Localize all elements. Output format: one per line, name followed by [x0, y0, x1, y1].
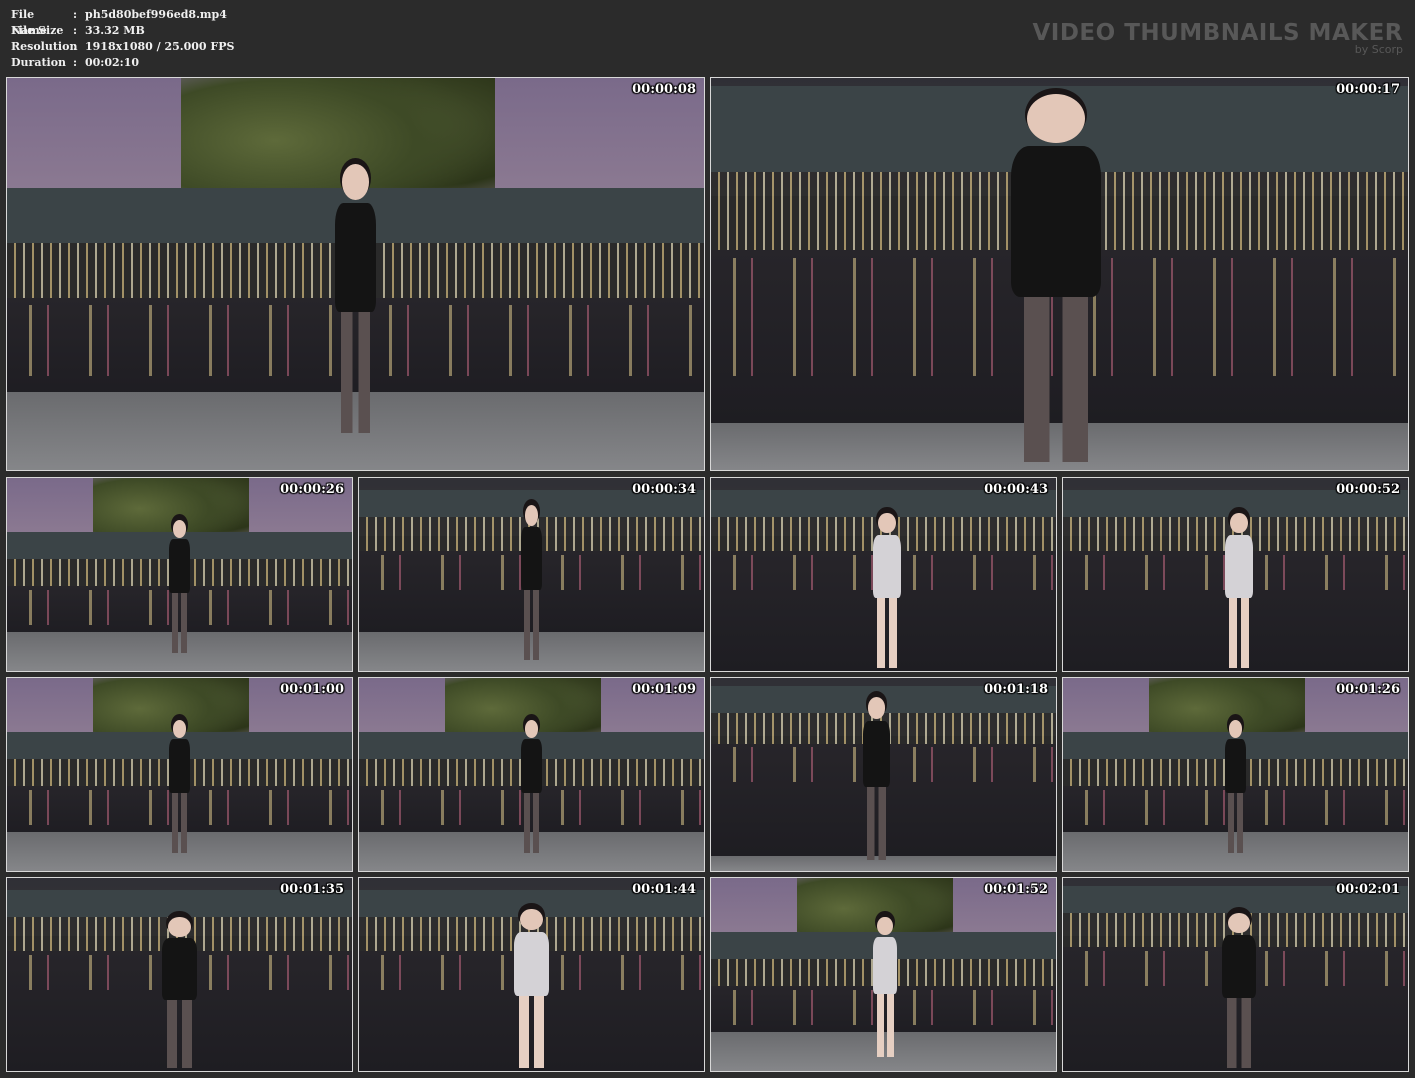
video-thumbnail[interactable]: 00:01:26: [1062, 677, 1409, 872]
thumbnail-image: [1063, 478, 1408, 671]
thumbnail-image: [359, 478, 704, 671]
contact-sheet: File Name : ph5d80bef996ed8.mp4 File Siz…: [0, 0, 1415, 1078]
thumbnail-image: [1063, 678, 1408, 871]
file-size-label: File Size: [11, 24, 64, 37]
colon: :: [73, 8, 78, 21]
duration-value: 00:02:10: [85, 56, 140, 69]
timestamp: 00:01:26: [1336, 682, 1400, 697]
timestamp: 00:01:09: [632, 682, 696, 697]
file-size-row: File Size : 33.32 MB: [11, 23, 234, 39]
timestamp: 00:01:35: [280, 882, 344, 897]
timestamp: 00:01:44: [632, 882, 696, 897]
video-thumbnail[interactable]: 00:01:00: [6, 677, 353, 872]
file-size-value: 33.32 MB: [85, 24, 145, 37]
file-info: File Name : ph5d80bef996ed8.mp4 File Siz…: [11, 7, 234, 71]
thumbnail-image: [359, 678, 704, 871]
timestamp: 00:00:52: [1336, 482, 1400, 497]
thumbnail-image: [711, 478, 1056, 671]
video-thumbnail[interactable]: 00:01:44: [358, 877, 705, 1072]
video-thumbnail[interactable]: 00:00:26: [6, 477, 353, 672]
timestamp: 00:00:17: [1336, 82, 1400, 97]
colon: :: [73, 56, 78, 69]
thumbnail-image: [359, 878, 704, 1071]
timestamp: 00:01:52: [984, 882, 1048, 897]
resolution-label: Resolution: [11, 40, 78, 53]
video-thumbnail[interactable]: 00:00:52: [1062, 477, 1409, 672]
timestamp: 00:01:18: [984, 682, 1048, 697]
file-name-label: File Name: [11, 8, 47, 37]
file-name-value: ph5d80bef996ed8.mp4: [85, 8, 227, 21]
video-thumbnail[interactable]: 00:02:01: [1062, 877, 1409, 1072]
video-thumbnail[interactable]: 00:01:52: [710, 877, 1057, 1072]
video-thumbnail[interactable]: 00:00:43: [710, 477, 1057, 672]
video-thumbnail[interactable]: 00:01:18: [710, 677, 1057, 872]
logo: VIDEO THUMBNAILS MAKER by Scorp: [1032, 20, 1403, 56]
resolution-row: Resolution : 1918x1080 / 25.000 FPS: [11, 39, 234, 55]
video-thumbnail[interactable]: 00:01:35: [6, 877, 353, 1072]
timestamp: 00:01:00: [280, 682, 344, 697]
duration-label: Duration: [11, 56, 67, 69]
colon: :: [73, 24, 78, 37]
video-thumbnail[interactable]: 00:00:17: [710, 77, 1409, 471]
colon: :: [73, 40, 78, 53]
thumbnail-image: [711, 78, 1408, 470]
thumbnail-image: [7, 878, 352, 1071]
resolution-value: 1918x1080 / 25.000 FPS: [85, 40, 235, 53]
logo-title: VIDEO THUMBNAILS MAKER: [1032, 20, 1403, 46]
timestamp: 00:02:01: [1336, 882, 1400, 897]
video-thumbnail[interactable]: 00:00:08: [6, 77, 705, 471]
duration-row: Duration : 00:02:10: [11, 55, 234, 71]
video-thumbnail[interactable]: 00:00:34: [358, 477, 705, 672]
thumbnail-image: [7, 478, 352, 671]
thumbnail-image: [7, 678, 352, 871]
thumbnail-image: [711, 878, 1056, 1071]
thumbnail-image: [7, 78, 704, 470]
timestamp: 00:00:43: [984, 482, 1048, 497]
thumbnail-image: [1063, 878, 1408, 1071]
timestamp: 00:00:34: [632, 482, 696, 497]
timestamp: 00:00:26: [280, 482, 344, 497]
timestamp: 00:00:08: [632, 82, 696, 97]
video-thumbnail[interactable]: 00:01:09: [358, 677, 705, 872]
thumbnail-image: [711, 678, 1056, 871]
file-name-row: File Name : ph5d80bef996ed8.mp4: [11, 7, 234, 37]
